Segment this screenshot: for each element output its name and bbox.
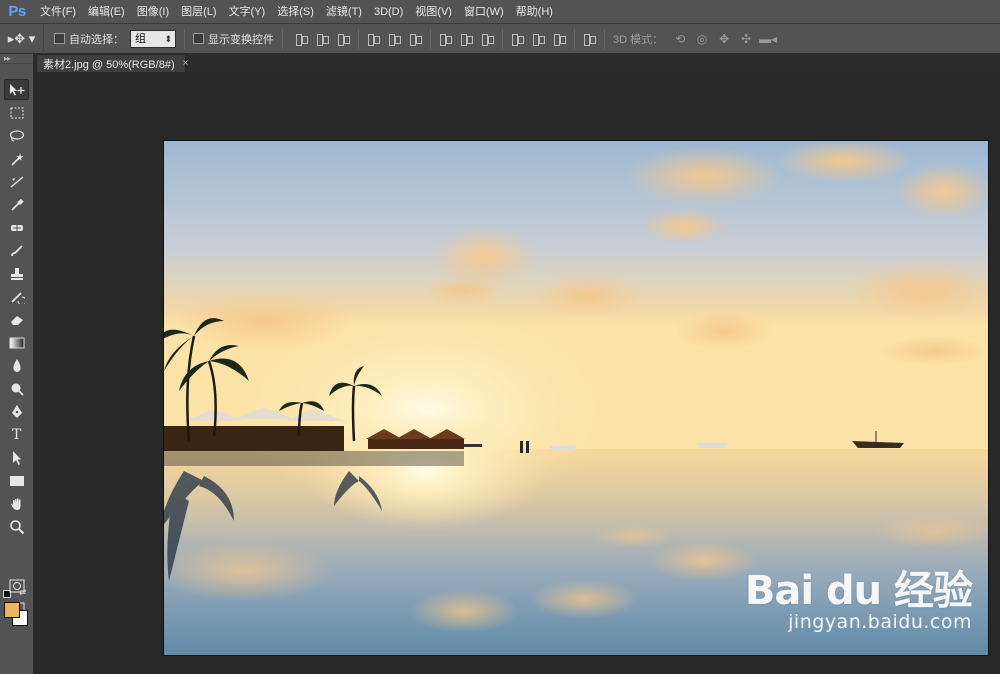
menu-help[interactable]: 帮助(H) (510, 0, 559, 24)
3d-slide-icon[interactable]: ✣ (737, 32, 755, 46)
align-top-icon[interactable] (294, 32, 309, 46)
menu-filter[interactable]: 滤镜(T) (320, 0, 368, 24)
distribute-left-icon[interactable] (510, 32, 525, 46)
menu-file[interactable]: 文件(F) (34, 0, 82, 24)
brush-tool-icon[interactable] (4, 240, 29, 261)
lasso-tool-icon[interactable] (4, 125, 29, 146)
options-divider (604, 28, 605, 49)
ps-logo: Ps (8, 3, 26, 20)
clone-stamp-tool-icon[interactable] (4, 263, 29, 284)
distribute-right-icon[interactable] (552, 32, 567, 46)
menu-image[interactable]: 图像(I) (131, 0, 175, 24)
quick-mask-icon[interactable] (4, 575, 29, 596)
document-canvas[interactable]: Bai du 经验 jingyan.baidu.com (163, 140, 989, 656)
menu-edit[interactable]: 编辑(E) (82, 0, 131, 24)
3d-mode-label: 3D 模式： (613, 33, 664, 46)
menu-select[interactable]: 选择(S) (271, 0, 320, 24)
menu-bar: Ps 文件(F) 编辑(E) 图像(I) 图层(L) 文字(Y) 选择(S) 滤… (0, 0, 1000, 24)
3d-rotate-icon[interactable]: ⟲ (671, 32, 689, 46)
marquee-tool-icon[interactable] (4, 102, 29, 123)
move-tool-icon[interactable] (4, 79, 29, 100)
history-brush-tool-icon[interactable] (4, 286, 29, 307)
toolbar-grip-icon[interactable]: ▸▸ (0, 54, 33, 64)
options-divider (282, 28, 283, 49)
options-divider (184, 28, 185, 49)
show-transform-label: 显示变换控件 (208, 33, 274, 46)
baidu-logo: Bai du 经验 (744, 568, 973, 614)
eraser-tool-icon[interactable] (4, 309, 29, 330)
zoom-tool-icon[interactable] (4, 516, 29, 537)
menu-view[interactable]: 视图(V) (409, 0, 458, 24)
foreground-color-swatch[interactable] (4, 602, 20, 618)
workspace: Bai du 经验 jingyan.baidu.com (34, 72, 1000, 674)
healing-brush-tool-icon[interactable] (4, 217, 29, 238)
3d-scale-icon[interactable]: ▬◂ (759, 32, 777, 46)
baidu-url: jingyan.baidu.com (788, 611, 972, 633)
auto-select-checkbox[interactable] (54, 33, 65, 44)
distribute-top-icon[interactable] (438, 32, 453, 46)
options-bar: ▸✥ ▾ 自动选择： 组 显示变换控件 3D 模式： ⟲ ◎ ✥ ✣ ▬◂ (0, 23, 1000, 54)
options-divider (358, 28, 359, 49)
3d-pan-icon[interactable]: ✥ (715, 32, 733, 46)
align-vcenter-icon[interactable] (315, 32, 330, 46)
align-left-icon[interactable] (366, 32, 381, 46)
align-hcenter-icon[interactable] (387, 32, 402, 46)
auto-select-target-select[interactable]: 组 (130, 29, 176, 48)
rectangle-tool-icon[interactable] (4, 470, 29, 491)
tool-preset-picker[interactable]: ▸✥ ▾ (0, 23, 44, 54)
options-divider (502, 28, 503, 49)
magic-wand-tool-icon[interactable] (4, 148, 29, 169)
blur-tool-icon[interactable] (4, 355, 29, 376)
options-divider (574, 28, 575, 49)
align-bottom-icon[interactable] (336, 32, 351, 46)
document-tab[interactable]: 素材2.jpg @ 50%(RGB/8#) × (36, 54, 189, 72)
document-tab-strip: 素材2.jpg @ 50%(RGB/8#) × (34, 54, 1000, 72)
eyedropper-tool-icon[interactable] (4, 194, 29, 215)
document-tab-title: 素材2.jpg @ 50%(RGB/8#) (43, 58, 175, 71)
close-tab-icon[interactable]: × (183, 58, 189, 69)
tools-panel: ▸▸ T ⇄ (0, 54, 34, 674)
type-tool-icon[interactable]: T (4, 424, 29, 445)
gradient-tool-icon[interactable] (4, 332, 29, 353)
menu-type[interactable]: 文字(Y) (223, 0, 272, 24)
crop-tool-icon[interactable] (4, 171, 29, 192)
baidu-jingyan-watermark: Bai du 经验 jingyan.baidu.com (744, 568, 973, 633)
auto-align-layers-icon[interactable] (582, 32, 597, 46)
menu-layer[interactable]: 图层(L) (175, 0, 222, 24)
distribute-hcenter-icon[interactable] (531, 32, 546, 46)
3d-roll-icon[interactable]: ◎ (693, 32, 711, 46)
path-selection-tool-icon[interactable] (4, 447, 29, 468)
dodge-tool-icon[interactable] (4, 378, 29, 399)
distribute-vcenter-icon[interactable] (459, 32, 474, 46)
show-transform-checkbox[interactable] (193, 33, 204, 44)
options-divider (430, 28, 431, 49)
auto-select-label: 自动选择： (69, 33, 124, 46)
hand-tool-icon[interactable] (4, 493, 29, 514)
align-right-icon[interactable] (408, 32, 423, 46)
menu-window[interactable]: 窗口(W) (458, 0, 510, 24)
pen-tool-icon[interactable] (4, 401, 29, 422)
distribute-bottom-icon[interactable] (480, 32, 495, 46)
photoshop-window: Ps 文件(F) 编辑(E) 图像(I) 图层(L) 文字(Y) 选择(S) 滤… (0, 0, 1000, 674)
menu-3d[interactable]: 3D(D) (368, 0, 409, 24)
